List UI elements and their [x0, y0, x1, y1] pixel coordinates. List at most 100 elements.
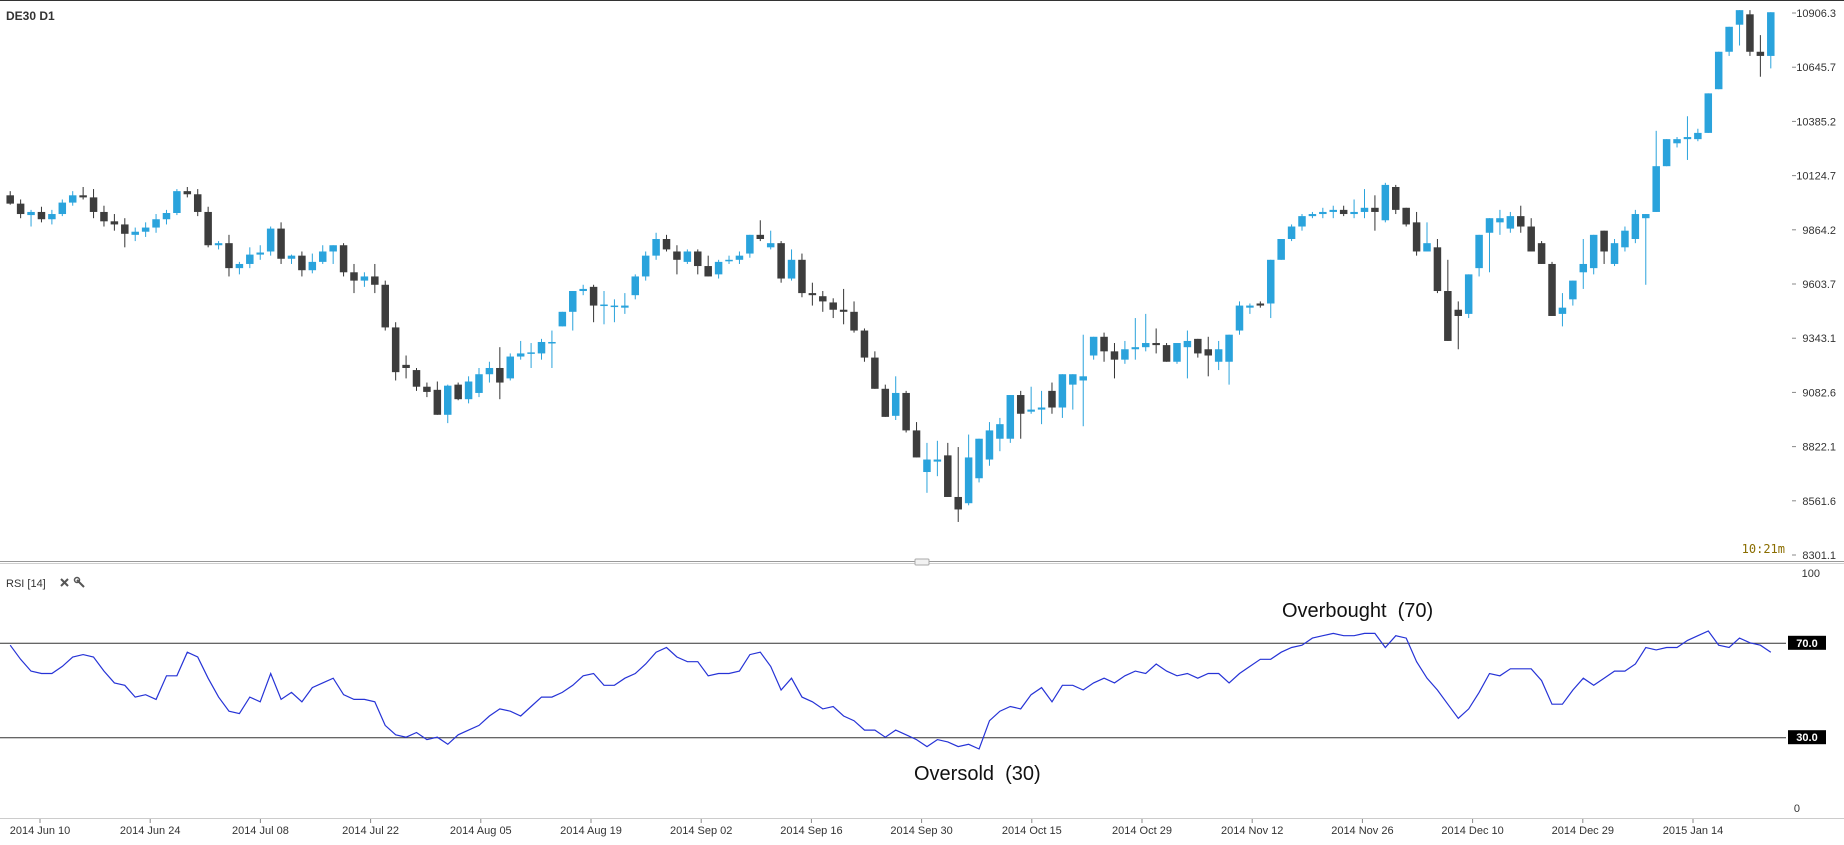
candle-body: [308, 261, 317, 271]
candle-body: [100, 211, 108, 222]
candle-body: [1266, 259, 1275, 304]
candle-body: [339, 245, 348, 273]
candle-body: [975, 438, 983, 479]
candle-body: [1589, 234, 1598, 269]
candle: [173, 189, 181, 216]
symbol-label: DE30 D1: [6, 9, 55, 23]
candle-body: [1767, 12, 1775, 56]
candle-body: [787, 259, 796, 279]
candle-body: [548, 341, 556, 344]
candle-body: [1381, 184, 1390, 221]
candle: [975, 438, 983, 483]
candle-body: [193, 194, 202, 212]
candle-body: [298, 255, 306, 271]
candle-body: [1277, 238, 1285, 260]
candle-body: [225, 243, 233, 269]
candle-body: [954, 496, 962, 510]
candle: [1287, 224, 1296, 242]
candle-body: [1027, 409, 1035, 412]
candle-body: [443, 385, 452, 415]
candle-body: [891, 392, 900, 416]
candle-body: [1527, 226, 1535, 252]
candle: [1162, 343, 1171, 362]
candle-body: [704, 266, 712, 277]
candle-body: [1506, 216, 1515, 229]
candle: [1704, 93, 1713, 133]
candle-body: [48, 214, 56, 220]
price-tick-label: 8301.1: [1802, 550, 1836, 562]
candle-body: [1642, 214, 1650, 219]
candle-body: [1412, 222, 1421, 252]
candle-body: [1423, 243, 1431, 252]
time-tick-label: 2014 Jun 24: [120, 825, 181, 837]
candle-body: [329, 245, 337, 252]
candle-body: [1308, 214, 1317, 217]
candle-body: [1131, 347, 1140, 350]
rsi-indicator-label: RSI [14]: [6, 578, 46, 590]
candle-body: [1006, 395, 1015, 439]
candle-body: [433, 389, 442, 415]
candle-body: [1204, 349, 1212, 356]
candle-body: [1392, 186, 1400, 210]
candle-body: [381, 284, 389, 328]
candle-body: [1173, 343, 1181, 362]
candle-body: [1735, 10, 1744, 25]
candle-body: [506, 356, 515, 379]
candle-body: [1569, 280, 1577, 300]
candle: [1235, 301, 1244, 335]
candle-body: [1704, 93, 1713, 133]
candle-body: [204, 211, 212, 246]
candle-body: [1256, 303, 1265, 306]
candle-body: [725, 259, 733, 262]
candle-body: [256, 252, 264, 255]
candle-body: [1162, 345, 1171, 362]
candle-body: [350, 272, 358, 281]
candle-body: [371, 276, 379, 285]
candle-body: [1246, 305, 1254, 308]
candle-body: [266, 228, 275, 252]
candle-body: [1141, 343, 1150, 348]
candle-body: [839, 309, 848, 312]
candle-body: [1037, 407, 1046, 410]
candle-body: [1558, 307, 1567, 314]
candle-body: [964, 457, 973, 504]
candle-body: [985, 430, 994, 460]
candle-body: [1683, 137, 1692, 140]
candle-body: [1485, 218, 1494, 233]
candle-body: [819, 296, 827, 302]
candle-body: [1360, 207, 1369, 212]
candle-body: [6, 195, 14, 204]
candle: [1662, 139, 1671, 167]
candle: [1173, 343, 1181, 364]
candle-body: [746, 234, 754, 254]
candle: [777, 241, 785, 283]
candle: [1537, 241, 1546, 264]
price-tick-label: 8561.6: [1802, 496, 1836, 508]
candle-body: [235, 263, 244, 269]
candle-body: [1194, 338, 1202, 354]
candle-body: [89, 197, 98, 212]
candle-body: [1725, 26, 1733, 52]
candle-body: [944, 455, 952, 497]
candle-body: [631, 276, 640, 296]
pane-resize-handle[interactable]: [914, 558, 930, 566]
price-tick-label: 9603.7: [1802, 279, 1836, 291]
candle-body: [1631, 214, 1640, 239]
time-tick-label: 2014 Aug 05: [450, 825, 512, 837]
candle-body: [641, 255, 650, 277]
oversold-level-value: 30.0: [1796, 732, 1817, 744]
candle-body: [391, 327, 400, 373]
candle-body: [808, 293, 817, 296]
price-tick-label: 8822.1: [1802, 442, 1836, 454]
candle-body: [1475, 234, 1483, 269]
candle-body: [79, 195, 87, 198]
candle-body: [183, 191, 192, 195]
candle-body: [860, 330, 869, 358]
candle: [381, 280, 389, 331]
candle-body: [683, 251, 692, 262]
candle: [1006, 395, 1015, 443]
candle-body: [1225, 334, 1233, 362]
candle-body: [1444, 291, 1452, 341]
time-tick-label: 2014 Sep 30: [890, 825, 952, 837]
candle-body: [1183, 340, 1192, 348]
